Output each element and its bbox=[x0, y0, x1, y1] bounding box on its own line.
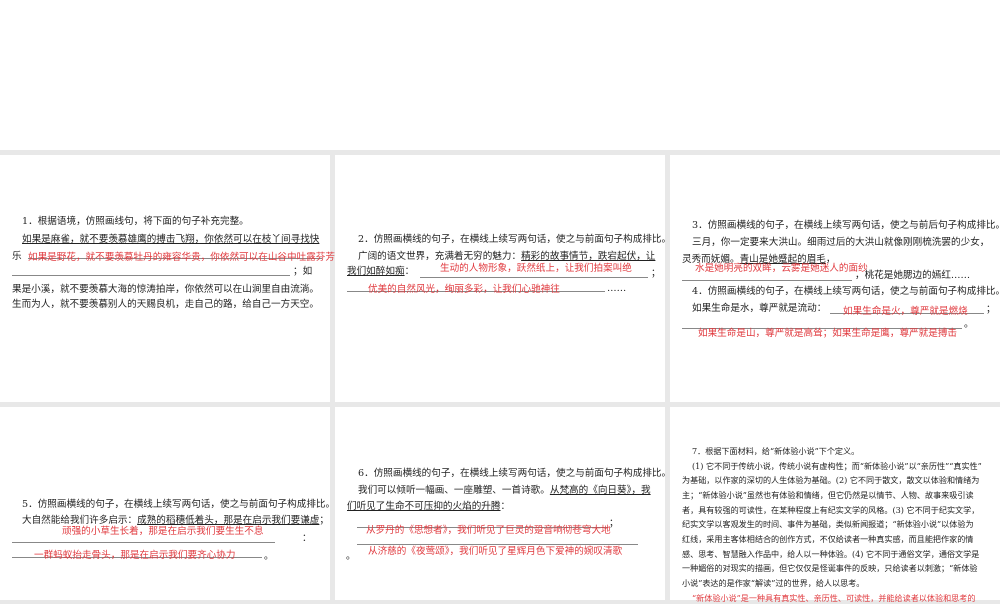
material-line: 红线，采用主客体相结合的创作方式，不仅给读者一种真实感，而且能把作家的情 bbox=[682, 534, 974, 544]
answer-text: 优美的自然风光，绚丽多彩，让我们心驰神往 bbox=[368, 284, 560, 295]
text-line: 们听见了生命不可压抑的火焰的升腾： bbox=[347, 501, 510, 513]
material-line: 纪实文学以客观发生的时间、事件为基础，类似新闻报道；“新体验小说”以体验为 bbox=[682, 519, 974, 529]
model-sentence: 如果是麻雀，就不要羡慕雄鹰的搏击飞翔，你依然可以在枝丫间寻找快 bbox=[22, 234, 320, 245]
panel-question-1 bbox=[0, 155, 330, 402]
text-line: 我们可以倾听一幅画、一座雕塑、一首诗歌。从梵高的《向日葵》，我 bbox=[358, 485, 651, 497]
text: …… bbox=[607, 283, 627, 294]
text: 。 bbox=[346, 551, 356, 562]
answer-text: 从济慈的《夜莺颂》，我们听见了星辉月色下爱神的婉叹清歌 bbox=[368, 546, 623, 557]
question-title: 6．仿照画横线的句子，在横线上续写两句话，使之与前面句子构成排比。 bbox=[358, 468, 672, 479]
answer-line bbox=[12, 542, 275, 543]
material-line: 小说”表达的是作家“解读”过的世界，给人以思考。 bbox=[682, 578, 865, 588]
text: 如果生命是水，尊严就是流动： bbox=[692, 303, 827, 314]
top-blank-area bbox=[0, 0, 1000, 150]
material-line: 者，具有较强的可读性，在某种程度上有纪实文学的风格。(3) 它不同于纪实文学， bbox=[682, 505, 980, 515]
text: ，桃花是她腮边的嫣红…… bbox=[855, 270, 971, 281]
panel-question-2 bbox=[335, 155, 665, 402]
answer-line bbox=[420, 277, 648, 278]
text: 生而为人，就不要羡慕别人的天赐良机，走自己的路，给自己一方天空。 bbox=[12, 299, 319, 310]
question-title: 5．仿照画横线的句子，在横线上续写两句话，使之与前面句子构成排比。 bbox=[22, 499, 336, 510]
text: 乐 bbox=[12, 251, 22, 262]
answer-line bbox=[682, 280, 852, 281]
text: 果是小溪，就不要羡慕大海的惊涛拍岸，你依然可以在山涧里自由流淌。 bbox=[12, 284, 319, 295]
question-title: 4．仿照画横线的句子，在横线上续写两句话，使之与前面句子构成排比。 bbox=[692, 286, 1000, 297]
material-line: 感、思考、智慧融入作品中，给人以一种体验。(4) 它不同于通俗文学，通俗文学是 bbox=[682, 549, 980, 559]
model-sentence: 们听见了生命不可压抑的火焰的升腾 bbox=[347, 501, 501, 512]
text: 我们可以倾听一幅画、一座雕塑、一首诗歌。 bbox=[358, 485, 550, 496]
answer-text: 如果生命是山，尊严就是高耸；如果生命是鹰，尊严就是搏击 bbox=[698, 328, 958, 339]
model-sentence: 从梵高的《向日葵》，我 bbox=[549, 485, 651, 496]
answer-text: 水是她明亮的双眸，云雾是她迷人的面纱 bbox=[695, 263, 868, 274]
answer-text: “新体验小说”是一种具有真实性、亲历性、可读性，并能给读者以体验和思考的 bbox=[692, 593, 976, 603]
text: 大自然能给我们许多启示： bbox=[22, 515, 138, 526]
text: ； bbox=[651, 268, 661, 279]
model-sentence: 精彩的故事情节，跌宕起伏，让 bbox=[521, 251, 656, 262]
model-sentence: 成熟的稻穗低着头，那是在启示我们要谦虚 bbox=[137, 515, 320, 526]
text: 广阔的语文世界，充满着无穷的魅力： bbox=[358, 251, 522, 262]
material-line: (1) 它不同于传统小说，传统小说有虚构性；而“新体验小说”以“亲历性”“真实性… bbox=[692, 461, 982, 471]
question-title: 7．根据下面材料，给“新体验小说”下个定义。 bbox=[692, 446, 860, 456]
text: ；如 bbox=[293, 266, 313, 277]
answer-text: 如果生命是火，尊严就是燃烧 bbox=[843, 306, 968, 317]
answer-text: 如果是野花，就不要羡慕牡丹的雍容华贵，你依然可以在山谷中吐露芬芳 bbox=[28, 252, 335, 263]
text-line: 我们如醉如痴： bbox=[347, 266, 414, 278]
material-line: 一种媚俗的对现实的描画，但它仅仅是怪诞事件的反映，只给读者以刺激；“新体验 bbox=[682, 563, 978, 573]
answer-text: 一群蚂蚁抬走骨头，那是在启示我们要齐心协力 bbox=[34, 550, 236, 561]
text: ： bbox=[404, 266, 415, 277]
answer-text: 从罗丹的《思想者》，我们听见了巨灵的跫音响彻苍穹大地 bbox=[366, 525, 611, 536]
text-line: 广阔的语文世界，充满着无穷的魅力：精彩的故事情节，跌宕起伏，让 bbox=[358, 251, 655, 263]
answer-text: 生动的人物形象，跃然纸上，让我们拍案叫绝 bbox=[440, 263, 632, 274]
model-sentence: 我们如醉如痴 bbox=[347, 266, 405, 277]
text: ： bbox=[302, 533, 312, 544]
text: 。 bbox=[964, 319, 974, 330]
text: 三月，你一定要来大洪山。细雨过后的大洪山就像刚刚梳洗罢的少女， bbox=[692, 237, 990, 248]
material-line: 主；“新体验小说”虽然也有体验和情绪，但它仍然是以情节、人物、故事来吸引读 bbox=[682, 490, 974, 500]
answer-line bbox=[12, 275, 290, 276]
text: ： bbox=[500, 501, 511, 512]
text: 。 bbox=[264, 551, 274, 562]
answer-line bbox=[357, 544, 638, 545]
answer-text: 顽强的小草生长着，那是在启示我们要生生不息 bbox=[62, 526, 264, 537]
question-title: 2．仿照画横线的句子，在横线上续写两句话，使之与前面句子构成排比。 bbox=[358, 234, 672, 245]
text: ； bbox=[986, 304, 996, 315]
text: ； bbox=[319, 515, 329, 526]
question-title: 1．根据语境，仿照画线句，将下面的句子补充完整。 bbox=[22, 216, 249, 227]
question-title: 3．仿照画横线的句子，在横线上续写两句话，使之与前后句子构成排比。 bbox=[692, 220, 1000, 231]
material-line: 为基础，以作家的深切的人生体验为基础。(2) 它不同于散文，散文以体验和情绪为 bbox=[682, 475, 980, 485]
